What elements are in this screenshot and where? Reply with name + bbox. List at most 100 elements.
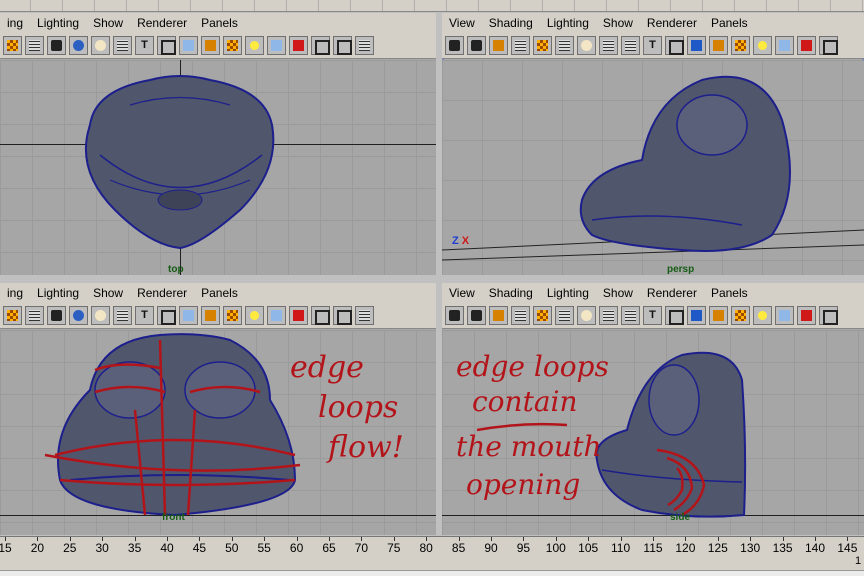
grid-icon[interactable]	[511, 306, 530, 325]
menu-show[interactable]: Show	[596, 16, 640, 30]
bulb-icon[interactable]	[753, 306, 772, 325]
cube-icon[interactable]	[775, 306, 794, 325]
egg-icon[interactable]	[91, 36, 110, 55]
frame-icon[interactable]	[819, 306, 838, 325]
menu-shading[interactable]: Shading	[482, 16, 540, 30]
frame-icon[interactable]	[157, 306, 176, 325]
checker-icon[interactable]	[731, 306, 750, 325]
cam-icon[interactable]	[467, 306, 486, 325]
frame-icon[interactable]	[157, 36, 176, 55]
grid-icon[interactable]	[599, 306, 618, 325]
menu-show[interactable]: Show	[86, 286, 130, 300]
checker-icon[interactable]	[223, 306, 242, 325]
menu-renderer[interactable]: Renderer	[640, 286, 704, 300]
grid-icon[interactable]	[621, 36, 640, 55]
egg-icon[interactable]	[577, 36, 596, 55]
cam-icon[interactable]	[445, 36, 464, 55]
tee-icon[interactable]	[643, 36, 662, 55]
viewport-panel-front[interactable]: ing Lighting Show Renderer Panels T fron…	[0, 283, 436, 535]
menu-renderer[interactable]: Renderer	[130, 286, 194, 300]
checker-icon[interactable]	[3, 36, 22, 55]
menu-lighting[interactable]: Lighting	[540, 286, 596, 300]
orange-icon[interactable]	[201, 306, 220, 325]
orange-icon[interactable]	[201, 36, 220, 55]
menu-view[interactable]: ing	[0, 286, 30, 300]
tee-icon[interactable]	[643, 306, 662, 325]
cube-icon[interactable]	[179, 306, 198, 325]
cube-icon[interactable]	[267, 36, 286, 55]
orange-icon[interactable]	[709, 36, 728, 55]
frame-icon[interactable]	[819, 36, 838, 55]
grid-icon[interactable]	[113, 36, 132, 55]
grid-icon[interactable]	[355, 306, 374, 325]
egg-icon[interactable]	[91, 306, 110, 325]
checker-icon[interactable]	[223, 36, 242, 55]
circle-icon[interactable]	[69, 306, 88, 325]
viewport-panel-top[interactable]: ing Lighting Show Renderer Panels top	[0, 13, 436, 275]
menu-panels[interactable]: Panels	[704, 286, 755, 300]
orange-icon[interactable]	[489, 306, 508, 325]
red-icon[interactable]	[289, 306, 308, 325]
menu-lighting[interactable]: Lighting	[540, 16, 596, 30]
red-icon[interactable]	[797, 306, 816, 325]
cam-icon[interactable]	[445, 306, 464, 325]
grid-icon[interactable]	[511, 36, 530, 55]
orange-icon[interactable]	[709, 306, 728, 325]
red-icon[interactable]	[797, 36, 816, 55]
checker-icon[interactable]	[3, 306, 22, 325]
menu-shading[interactable]: Shading	[482, 286, 540, 300]
blue-icon[interactable]	[687, 306, 706, 325]
grid-icon[interactable]	[25, 306, 44, 325]
egg-icon[interactable]	[577, 306, 596, 325]
menu-view[interactable]: ing	[0, 16, 30, 30]
viewport-panel-persp[interactable]: View Shading Lighting Show Renderer Pane…	[442, 13, 864, 275]
red-icon[interactable]	[289, 36, 308, 55]
time-slider[interactable]: 15 20 25 30 35 40 45 50 55 60 65 70 75 80 85 90 95 100 105…	[0, 536, 864, 576]
bulb-icon[interactable]	[245, 36, 264, 55]
menu-lighting[interactable]: Lighting	[30, 16, 86, 30]
bulb-icon[interactable]	[753, 36, 772, 55]
cam-icon[interactable]	[47, 36, 66, 55]
grid-icon[interactable]	[599, 36, 618, 55]
cam-icon[interactable]	[467, 36, 486, 55]
menu-panels[interactable]: Panels	[194, 16, 245, 30]
tee-icon[interactable]	[135, 36, 154, 55]
viewport-canvas[interactable]: top	[0, 60, 436, 275]
grid-icon[interactable]	[555, 36, 574, 55]
menu-panels[interactable]: Panels	[704, 16, 755, 30]
range-slider[interactable]	[0, 570, 864, 576]
grid-icon[interactable]	[555, 306, 574, 325]
checker-icon[interactable]	[533, 36, 552, 55]
frame-icon[interactable]	[665, 36, 684, 55]
blue-icon[interactable]	[687, 36, 706, 55]
viewport-panel-side[interactable]: View Shading Lighting Show Renderer Pane…	[442, 283, 864, 535]
cube-icon[interactable]	[775, 36, 794, 55]
menu-renderer[interactable]: Renderer	[640, 16, 704, 30]
frame-icon[interactable]	[311, 306, 330, 325]
checker-icon[interactable]	[533, 306, 552, 325]
menu-show[interactable]: Show	[86, 16, 130, 30]
frame-icon[interactable]	[665, 306, 684, 325]
viewport-canvas[interactable]: Z X persp	[442, 60, 864, 275]
frame-icon[interactable]	[333, 36, 352, 55]
frame-icon[interactable]	[311, 36, 330, 55]
cube-icon[interactable]	[267, 306, 286, 325]
menu-renderer[interactable]: Renderer	[130, 16, 194, 30]
menu-panels[interactable]: Panels	[194, 286, 245, 300]
menu-view[interactable]: View	[442, 286, 482, 300]
grid-icon[interactable]	[355, 36, 374, 55]
grid-icon[interactable]	[113, 306, 132, 325]
cam-icon[interactable]	[47, 306, 66, 325]
menu-view[interactable]: View	[442, 16, 482, 30]
circle-icon[interactable]	[69, 36, 88, 55]
orange-icon[interactable]	[489, 36, 508, 55]
cube-icon[interactable]	[179, 36, 198, 55]
menu-lighting[interactable]: Lighting	[30, 286, 86, 300]
frame-icon[interactable]	[333, 306, 352, 325]
menu-show[interactable]: Show	[596, 286, 640, 300]
grid-icon[interactable]	[25, 36, 44, 55]
bulb-icon[interactable]	[245, 306, 264, 325]
checker-icon[interactable]	[731, 36, 750, 55]
tee-icon[interactable]	[135, 306, 154, 325]
grid-icon[interactable]	[621, 306, 640, 325]
